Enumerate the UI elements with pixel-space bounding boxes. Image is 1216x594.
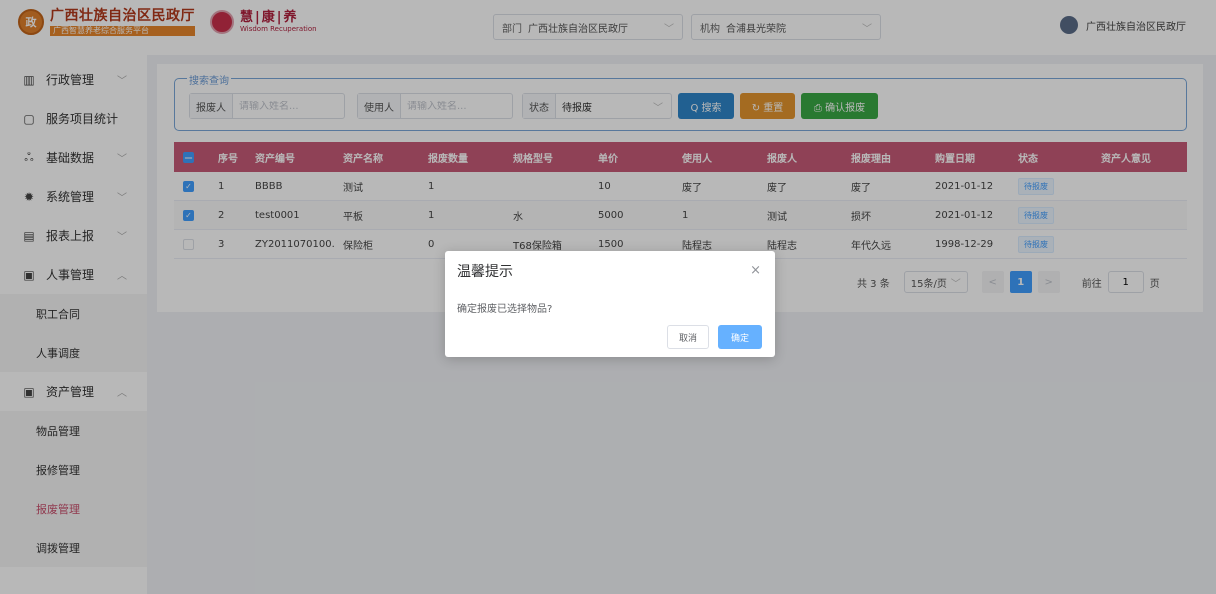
cancel-button[interactable]: 取消	[667, 325, 709, 349]
confirm-dialog: 温馨提示 × 确定报废已选择物品? 取消 确定	[445, 251, 775, 357]
dialog-message: 确定报废已选择物品?	[457, 304, 553, 315]
ok-button[interactable]: 确定	[718, 325, 762, 349]
dialog-title: 温馨提示	[457, 264, 513, 280]
close-icon[interactable]: ×	[750, 263, 761, 278]
